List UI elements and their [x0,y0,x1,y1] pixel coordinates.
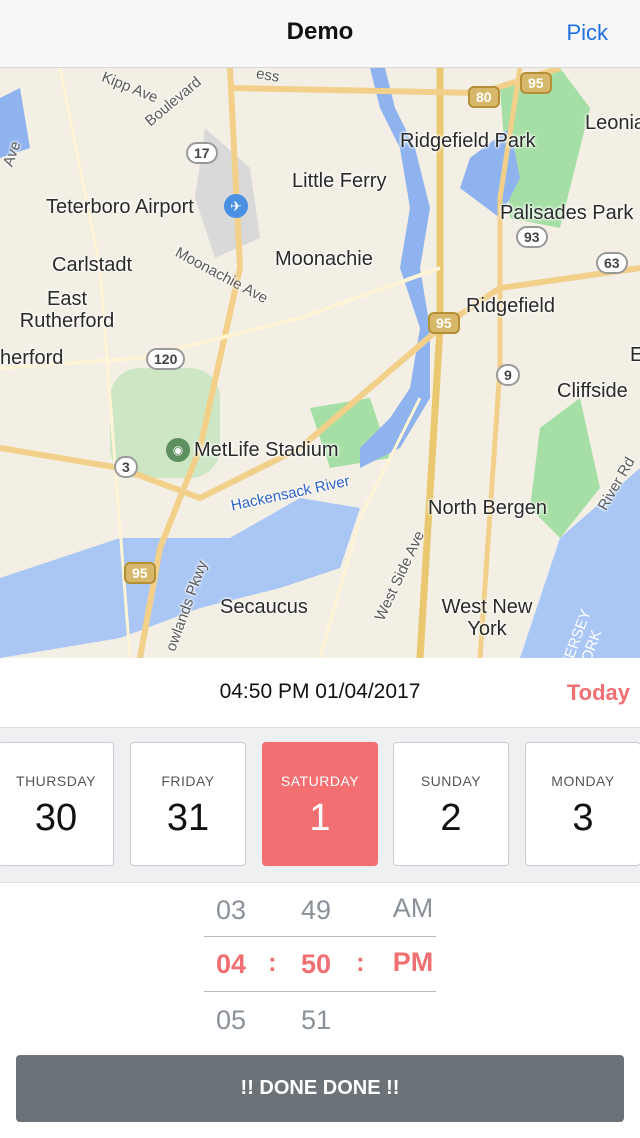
time-separator: : [268,947,277,977]
map-label-carlstadt: Carlstadt [52,254,133,276]
day-name: SUNDAY [420,773,482,789]
map-view[interactable]: Teterboro Airport Little Ferry Ridgefiel… [0,68,640,658]
page-title: Demo [286,18,354,45]
day-strip[interactable]: THURSDAY 30 FRIDAY 31 SATURDAY 1 SUNDAY … [0,728,640,883]
pick-button[interactable]: Pick [566,20,608,46]
day-number: 1 [309,797,331,839]
minute-option[interactable]: 51 [286,1005,346,1036]
map-label-east-rutherford: East Rutherford [19,288,115,332]
day-number: 31 [166,797,210,839]
ampm-selected[interactable]: PM [383,947,443,978]
ampm-option[interactable]: AM [383,893,443,924]
day-card-monday[interactable]: MONDAY 3 [525,742,640,866]
highway-shield-80: 80 [468,86,500,108]
time-picker-wheel[interactable]: 03 04 05 : 49 50 51 : AM PM [0,883,640,1043]
selected-datetime: 04:50 PM 01/04/2017 [219,680,421,703]
highway-shield-3: 3 [114,456,138,478]
map-label-north-bergen: North Bergen [428,497,547,519]
navigation-bar: Demo Pick [0,0,640,68]
day-name: MONDAY [551,773,615,789]
day-card-thursday[interactable]: THURSDAY 30 [0,742,114,866]
minute-selected[interactable]: 50 [286,949,346,980]
day-name: THURSDAY [16,773,96,789]
stadium-icon: ◉ [166,438,190,462]
day-name: SATURDAY [280,773,360,789]
wheel-selection-line-top [204,936,436,937]
hour-option[interactable]: 05 [201,1005,261,1036]
today-button[interactable]: Today [567,680,630,706]
day-number: 30 [34,797,78,839]
map-label-palisades-park: Palisades Park [500,202,634,224]
hour-selected[interactable]: 04 [201,949,261,980]
map-label-rutherford: herford [0,347,64,369]
highway-shield-95-south: 95 [124,562,156,584]
hour-option[interactable]: 03 [201,895,261,926]
wheel-selection-line-bottom [204,991,436,992]
day-number: 3 [572,797,594,839]
day-card-friday[interactable]: FRIDAY 31 [130,742,246,866]
picker-header: 04:50 PM 01/04/2017 Today [0,658,640,728]
map-label-teterboro: Teterboro Airport [46,196,194,218]
map-label-little-ferry: Little Ferry [292,170,387,192]
highway-shield-93: 93 [516,226,548,248]
highway-shield-95-middle: 95 [428,312,460,334]
minute-option[interactable]: 49 [286,895,346,926]
highway-shield-120: 120 [146,348,186,370]
day-number: 2 [440,797,462,839]
highway-shield-95-north: 95 [520,72,552,94]
map-label-ridgefield-park: Ridgefield Park [400,130,536,152]
highway-shield-17: 17 [186,142,218,164]
map-label-secaucus: Secaucus [220,596,308,618]
done-button[interactable]: !! DONE DONE !! [16,1055,624,1122]
map-canvas [0,68,640,658]
airport-icon: ✈ [224,194,248,218]
day-card-saturday-selected[interactable]: SATURDAY 1 [262,742,378,866]
map-label-ridgefield: Ridgefield [466,295,555,317]
map-label-edge-e: E [630,344,640,366]
highway-shield-9: 9 [496,364,520,386]
highway-shield-63: 63 [596,252,628,274]
day-card-sunday[interactable]: SUNDAY 2 [393,742,509,866]
map-label-cliffside: Cliffside [557,380,628,402]
map-label-leonia: Leonia [585,112,640,134]
time-separator: : [356,947,365,977]
map-label-metlife-stadium: MetLife Stadium [194,439,339,461]
map-label-west-new-york: West New York [441,596,533,640]
map-label-moonachie: Moonachie [275,248,373,270]
day-name: FRIDAY [161,773,215,789]
